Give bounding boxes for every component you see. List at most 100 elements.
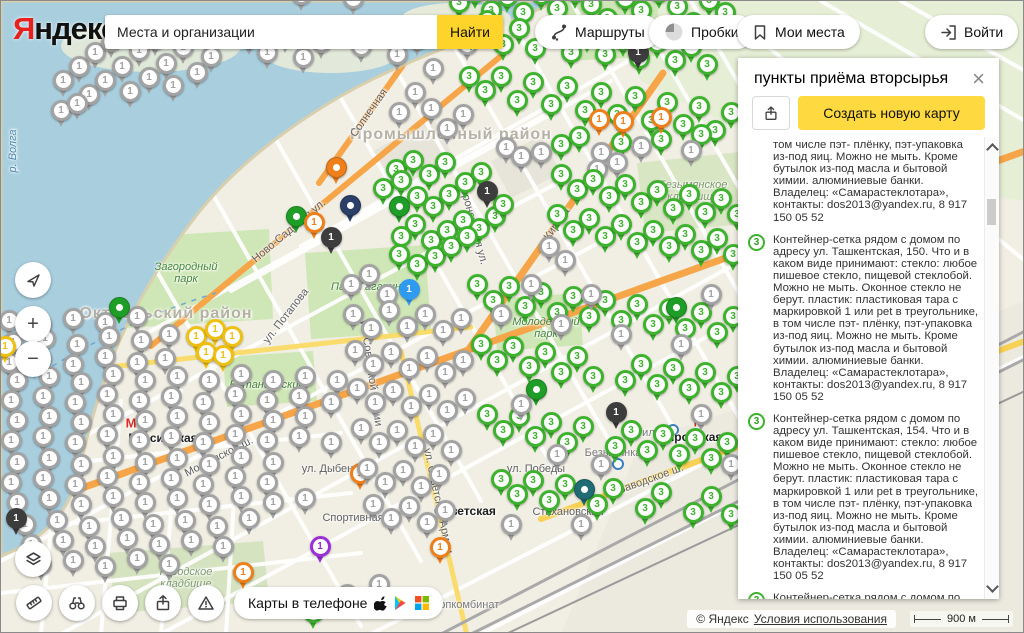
zoom-in-button[interactable]: + [15, 306, 51, 342]
map-pin[interactable]: 3 [687, 96, 711, 123]
ruler-button[interactable] [16, 585, 52, 621]
map-pin[interactable] [572, 479, 596, 506]
map-pin[interactable]: 3 [695, 54, 719, 81]
map-pin[interactable]: 1 [261, 492, 285, 519]
map-pin[interactable]: 1 [604, 402, 628, 429]
map-pin[interactable]: 1 [669, 334, 693, 361]
map-pin[interactable]: 1 [161, 75, 185, 102]
map-pin[interactable]: 1 [319, 227, 343, 254]
map-pin[interactable]: 1 [609, 324, 633, 351]
yandex-logo[interactable]: Яндекс [13, 11, 117, 47]
map-pin[interactable] [664, 297, 688, 324]
map-pin[interactable]: 1 [293, 488, 317, 515]
map-pin[interactable]: 1 [453, 388, 477, 415]
map-pin[interactable]: 1 [421, 58, 445, 85]
map-pin[interactable] [387, 196, 411, 223]
map-pin[interactable]: 1 [679, 140, 703, 167]
panel-list-item[interactable]: 3Контейнер-сетка рядом с домом по адресу… [738, 234, 985, 403]
map-pin[interactable]: 3 [581, 366, 605, 393]
my-places-button[interactable]: Мои места [737, 15, 860, 49]
map-pin[interactable]: 1 [579, 284, 603, 311]
map-pin[interactable]: 1 [427, 464, 451, 491]
map-pin[interactable]: 1 [289, 0, 313, 11]
create-map-button[interactable]: Создать новую карту [798, 96, 985, 130]
map-pin[interactable]: 1 [125, 548, 149, 575]
map-pin[interactable]: 1 [689, 404, 713, 431]
zoom-out-button[interactable]: − [15, 341, 51, 377]
search-area-button[interactable] [59, 585, 95, 621]
map-pin[interactable]: 1 [519, 274, 543, 301]
login-button[interactable]: Войти [925, 15, 1018, 49]
map-pin[interactable]: 1 [231, 562, 255, 589]
map-pin[interactable]: 3 [571, 416, 595, 443]
map-pin[interactable]: 1 [287, 426, 311, 453]
print-button[interactable] [102, 585, 138, 621]
map-pin[interactable]: 1 [93, 556, 117, 583]
map-pin[interactable]: 1 [4, 508, 28, 535]
map-pin[interactable]: 3 [555, 76, 579, 103]
map-pin[interactable]: 1 [649, 107, 673, 134]
map-pin[interactable]: 3 [489, 66, 513, 93]
export-button[interactable] [752, 96, 790, 130]
terms-link[interactable]: Условия использования [754, 612, 887, 626]
map-pin[interactable]: 1 [451, 104, 475, 131]
panel-list-item[interactable]: 3Контейнер-сетка рядом с домом по адресу… [738, 592, 985, 599]
map-pin[interactable]: 1 [61, 550, 85, 577]
map-pin[interactable]: 1 [699, 284, 723, 311]
map-pin[interactable]: 1 [319, 432, 343, 459]
panel-list-item[interactable]: том числе пэт- плёнку, пэт-упаковка из-п… [738, 139, 985, 224]
mobile-apps-button[interactable]: Карты в телефоне [234, 587, 443, 619]
panel-scrollbar[interactable] [984, 137, 999, 599]
map-pin[interactable] [107, 297, 131, 324]
map-pin[interactable]: 1 [237, 508, 261, 535]
map-pin[interactable]: 1 [549, 314, 573, 341]
map-pin[interactable]: 1 [308, 536, 332, 563]
map-pin[interactable]: 1 [611, 111, 635, 138]
map-pin[interactable]: 3 [649, 482, 673, 509]
routes-button[interactable]: Маршруты [535, 15, 660, 49]
scroll-up-icon[interactable] [986, 143, 999, 156]
map-pin[interactable]: 3 [455, 226, 479, 253]
scroll-down-icon[interactable] [986, 580, 999, 593]
report-error-button[interactable] [188, 585, 224, 621]
map-pin[interactable]: 1 [439, 440, 463, 467]
map-pin[interactable]: 1 [319, 392, 343, 419]
search-button[interactable]: Найти [437, 15, 503, 49]
geolocation-button[interactable] [15, 262, 51, 298]
map-pin[interactable]: 3 [601, 478, 625, 505]
map-pin[interactable]: 1 [589, 454, 613, 481]
map-pin[interactable]: 1 [449, 308, 473, 335]
panel-item-list[interactable]: том числе пэт- плёнку, пэт-упаковка из-п… [738, 137, 985, 599]
map-pin[interactable]: 1 [211, 345, 235, 372]
map-pin[interactable]: 1 [157, 554, 181, 581]
layers-button[interactable] [15, 541, 51, 577]
map-pin[interactable]: 1 [341, 0, 365, 15]
map-pin[interactable]: 1 [553, 250, 577, 277]
map-pin[interactable]: 1 [428, 537, 452, 564]
close-icon[interactable]: × [972, 70, 985, 88]
map-pin[interactable]: 1 [499, 514, 523, 541]
map-pin[interactable]: 1 [433, 500, 457, 527]
map-pin[interactable]: 1 [475, 181, 499, 208]
map-pin[interactable] [324, 157, 348, 184]
search-input[interactable] [105, 15, 437, 49]
map-pin[interactable]: 1 [545, 444, 569, 471]
map-pin[interactable] [524, 379, 548, 406]
map-pin[interactable]: 1 [179, 530, 203, 557]
map-pin[interactable]: 3 [623, 86, 647, 113]
map-pin[interactable]: 1 [489, 304, 513, 331]
share-map-button[interactable] [145, 585, 181, 621]
panel-list-item[interactable]: 3Контейнер-сетка рядом с домом по адресу… [738, 413, 985, 582]
map-pin[interactable]: 1 [629, 136, 653, 163]
map-pin[interactable]: 1 [569, 514, 593, 541]
map-pin[interactable]: 1 [61, 308, 85, 335]
map-pin[interactable]: 1 [587, 109, 611, 136]
map-pin[interactable]: 1 [451, 350, 475, 377]
map-pin[interactable]: 1 [65, 93, 89, 120]
map-pin[interactable]: 1 [387, 102, 411, 129]
scroll-thumb[interactable] [987, 199, 996, 225]
map-pin[interactable]: 1 [199, 46, 223, 73]
map-pin[interactable]: 1 [211, 536, 235, 563]
map-pin[interactable] [338, 195, 362, 222]
map-pin[interactable]: 1 [157, 324, 181, 351]
